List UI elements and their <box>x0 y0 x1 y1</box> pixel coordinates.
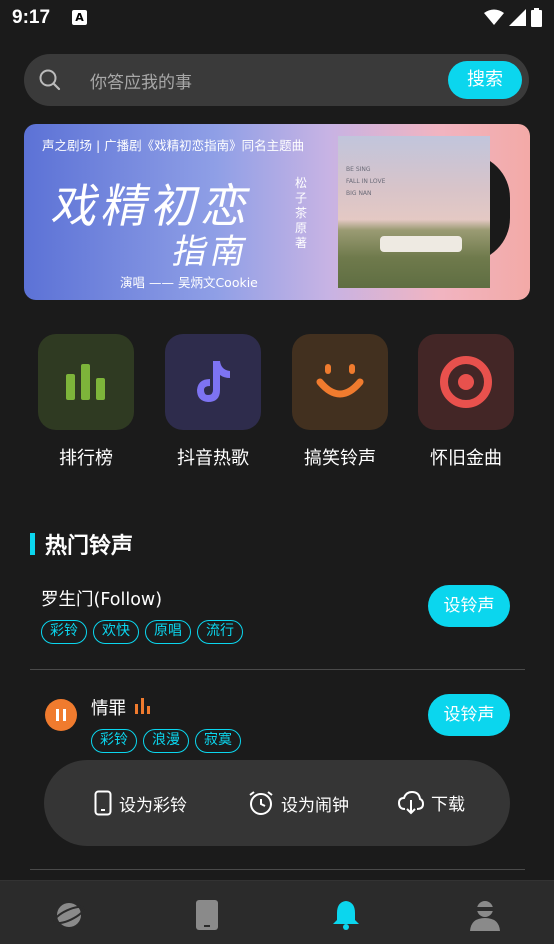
set-ringtone-button[interactable]: 设铃声 <box>428 694 510 736</box>
quick-entry-chart[interactable]: 排行榜 <box>38 334 134 470</box>
search-button[interactable]: 搜索 <box>448 61 522 99</box>
notification-a-icon: A <box>72 10 87 25</box>
section-accent-bar <box>30 533 35 555</box>
phone-icon <box>94 790 112 816</box>
bell-icon <box>333 901 359 930</box>
quick-entry-label: 排行榜 <box>59 448 113 469</box>
alarm-clock-icon <box>249 791 273 815</box>
divider <box>30 669 525 670</box>
pause-icon-bar <box>56 709 59 721</box>
banner-calligraphy-2: 指南 <box>169 232 254 272</box>
divider <box>30 869 525 870</box>
tab-discover[interactable] <box>53 899 85 935</box>
song-tag: 原唱 <box>145 620 191 644</box>
tab-ringtone[interactable] <box>331 899 361 935</box>
quick-entry-label: 怀旧金曲 <box>430 448 502 469</box>
song-title: 罗生门(Follow) <box>41 590 163 610</box>
search-bar[interactable]: 你答应我的事 搜索 <box>24 54 529 106</box>
target-icon <box>440 356 492 408</box>
set-caller-ringtone-action[interactable]: 设为彩铃 <box>94 790 187 816</box>
battery-icon <box>531 8 542 27</box>
banner-singer: 演唱 —— 吴炳文Cookie <box>120 275 258 290</box>
user-icon <box>470 901 500 931</box>
song-tag: 彩铃 <box>41 620 87 644</box>
action-label: 下载 <box>431 795 465 815</box>
quick-entry-label: 抖音热歌 <box>177 448 249 469</box>
set-alarm-action[interactable]: 设为闹钟 <box>248 790 349 816</box>
signal-icon <box>509 9 526 26</box>
download-cloud-icon <box>398 790 424 814</box>
album-cover: BE SING FALL IN LOVE BIG NAN <box>338 136 490 288</box>
cover-caption: BE SING FALL IN LOVE BIG NAN <box>346 166 386 197</box>
song-tags: 彩铃 浪漫 寂寞 <box>91 729 241 753</box>
quick-entry-oldies[interactable]: 怀旧金曲 <box>418 334 514 470</box>
smile-icon <box>316 364 364 398</box>
quick-entry-tiktok[interactable]: 抖音热歌 <box>165 334 261 470</box>
song-actions-panel: 设为彩铃 设为闹钟 下载 <box>44 760 510 846</box>
tiktok-tile <box>165 334 261 430</box>
bottom-tab-bar <box>0 880 554 944</box>
song-tag: 浪漫 <box>143 729 189 753</box>
song-tags: 彩铃 欢快 原唱 流行 <box>41 620 243 644</box>
phone-icon <box>196 900 218 930</box>
status-time: 9:17 <box>12 7 51 28</box>
tab-profile[interactable] <box>469 899 501 935</box>
playing-equalizer-icon <box>135 698 150 714</box>
funny-tile <box>292 334 388 430</box>
quick-entry-funny[interactable]: 搞笑铃声 <box>292 334 388 470</box>
status-bar: 9:17 A <box>0 0 554 36</box>
section-header: 热门铃声 <box>30 530 134 559</box>
section-title: 热门铃声 <box>45 534 134 559</box>
promo-banner[interactable]: 声之剧场 | 广播剧《戏精初恋指南》同名主题曲 戏精初恋 指南 松子茶原著 演唱… <box>24 124 530 300</box>
action-label: 设为闹钟 <box>281 795 349 816</box>
pause-icon-bar <box>63 709 66 721</box>
search-input[interactable]: 你答应我的事 <box>90 68 192 93</box>
pause-button[interactable] <box>45 699 77 731</box>
song-tag: 寂寞 <box>195 729 241 753</box>
song-tag: 流行 <box>197 620 243 644</box>
search-icon <box>39 69 61 91</box>
bar-chart-icon <box>66 364 105 400</box>
banner-credit: 松子茶原著 <box>295 176 308 250</box>
wifi-icon <box>484 9 504 25</box>
set-ringtone-button[interactable]: 设铃声 <box>428 585 510 627</box>
tiktok-icon <box>197 361 230 402</box>
download-action[interactable]: 下载 <box>398 790 465 815</box>
action-label: 设为彩铃 <box>119 795 187 816</box>
song-tag: 欢快 <box>93 620 139 644</box>
banner-title: 声之剧场 | 广播剧《戏精初恋指南》同名主题曲 <box>42 138 305 153</box>
oldies-tile <box>418 334 514 430</box>
planet-icon <box>53 903 85 927</box>
tab-phone[interactable] <box>195 899 219 935</box>
song-title: 情罪 <box>91 699 126 719</box>
chart-tile <box>38 334 134 430</box>
cover-bed <box>380 236 462 252</box>
quick-entry-label: 搞笑铃声 <box>304 448 376 469</box>
song-tag: 彩铃 <box>91 729 137 753</box>
